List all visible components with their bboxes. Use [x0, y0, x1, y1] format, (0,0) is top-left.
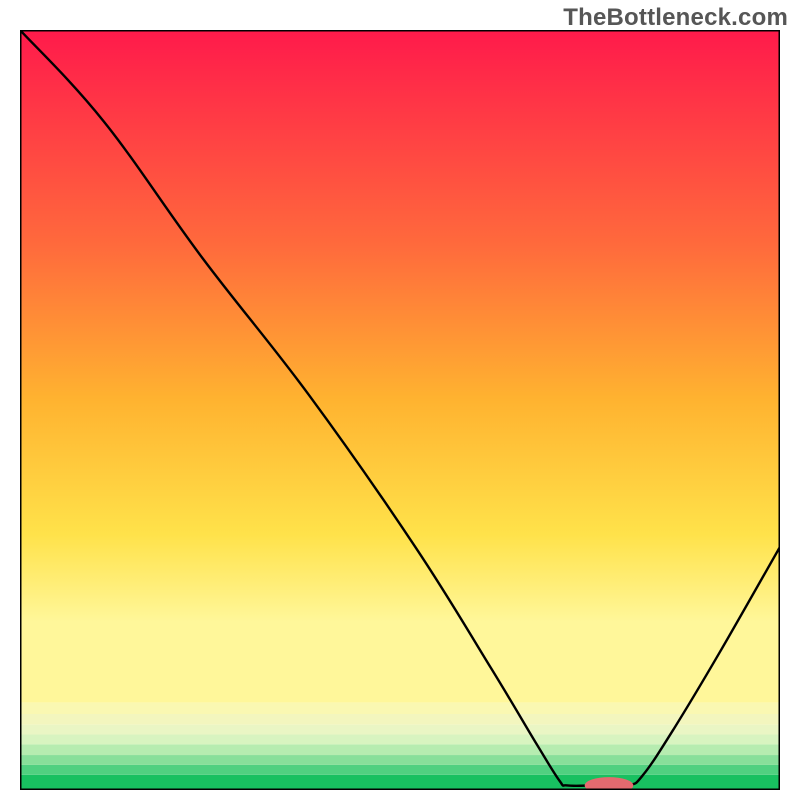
bottleneck-curve-chart — [20, 30, 780, 790]
plot-area — [20, 30, 780, 790]
chart-container: TheBottleneck.com — [0, 0, 800, 800]
watermark-text: TheBottleneck.com — [563, 4, 788, 32]
